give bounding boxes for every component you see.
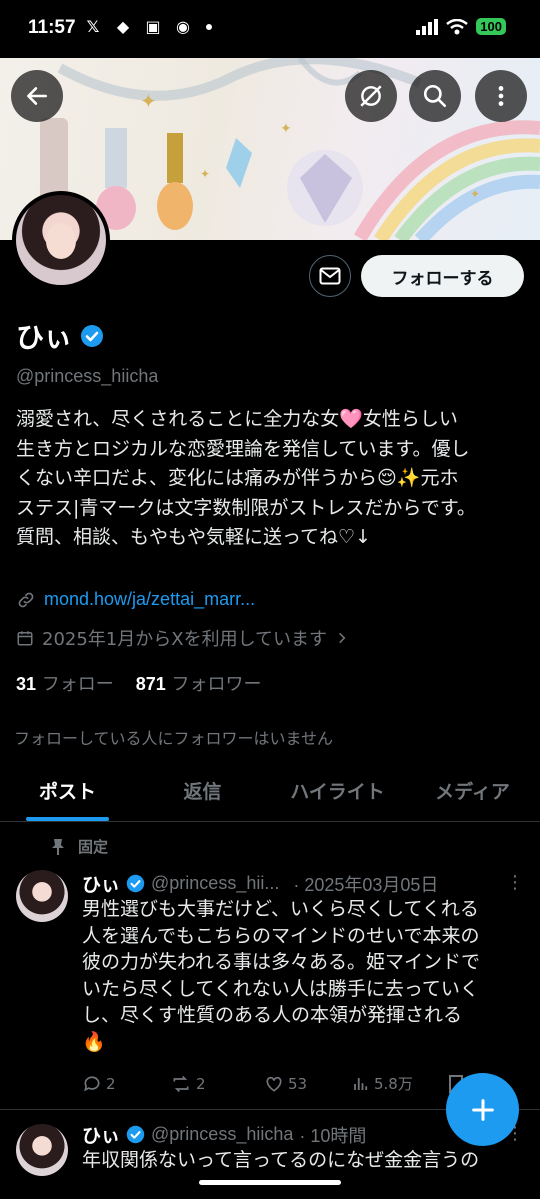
arrow-left-icon [27, 87, 47, 105]
reply-count: 2 [106, 1074, 116, 1093]
profile-name-text: ひぃ [16, 321, 73, 354]
profile-handle: @princess_hiicha [16, 366, 159, 386]
home-indicator[interactable] [199, 1180, 341, 1185]
like-count: 53 [288, 1074, 308, 1093]
grok-icon [360, 85, 382, 107]
tab-posts[interactable]: ポスト [0, 770, 135, 821]
post-avatar[interactable] [16, 1124, 68, 1176]
post-text: 年収関係ないって言ってるのになぜ金金言うの [82, 1149, 480, 1169]
post-header: ひぃ @princess_hii... · 2025年03月05日 [82, 870, 438, 897]
profile-avatar[interactable] [12, 191, 110, 289]
follow-counts: 31 フォロー 871 フォロワー [16, 670, 262, 696]
profile-name: ひぃ [16, 316, 104, 356]
joined-text: 2025年1月からXを利用しています [42, 629, 328, 650]
notification-icons: 𝕏 ◆ ▣ ◉ [84, 18, 212, 36]
post-timestamp[interactable]: · 2025年03月05日 [293, 871, 438, 897]
following-count: 31 [16, 674, 37, 694]
reply-icon [84, 1075, 100, 1091]
post-avatar[interactable] [16, 870, 68, 922]
search-button[interactable] [409, 70, 461, 122]
post-author-handle[interactable]: @princess_hiicha [151, 1124, 293, 1145]
message-button[interactable] [309, 255, 351, 297]
signal-icon [416, 18, 439, 35]
wifi-icon [446, 18, 469, 34]
x-app-icon: 𝕏 [86, 17, 100, 36]
following-label: フォロー [41, 674, 114, 695]
app-icon: ◆ [116, 17, 130, 36]
repost-count: 2 [196, 1074, 206, 1093]
view-count: 5.8万 [374, 1075, 413, 1093]
verified-badge-icon [126, 874, 145, 893]
link-icon [18, 592, 34, 607]
follow-button[interactable]: フォローする [361, 255, 524, 297]
repost-icon [173, 1075, 189, 1092]
analytics-icon [354, 1077, 368, 1090]
joined-date[interactable]: 2025年1月からXを利用しています [16, 625, 349, 651]
following-link[interactable]: 31 フォロー [16, 670, 114, 696]
verified-badge-icon [81, 325, 104, 347]
plus-icon [471, 1098, 494, 1121]
chat-icon: ◉ [176, 17, 190, 36]
post-text: 男性選びも大事だけど、いくら尽くしてくれる 人を選んでもこちらのマインドのせいで… [82, 898, 481, 1053]
followers-link[interactable]: 871 フォロワー [136, 670, 262, 696]
repost-button[interactable]: 2 [170, 1073, 264, 1094]
grok-button[interactable] [345, 70, 397, 122]
back-button[interactable] [11, 70, 63, 122]
status-bar: 11:57 𝕏 ◆ ▣ ◉ 100 [0, 0, 540, 58]
tab-replies[interactable]: 返信 [135, 770, 270, 821]
compose-post-button[interactable] [446, 1073, 519, 1146]
no-common-followers: フォローしている人にフォロワーはいません [14, 729, 334, 748]
tab-media[interactable]: メディア [405, 770, 540, 821]
more-vertical-icon [498, 86, 504, 106]
followers-label: フォロワー [171, 674, 262, 695]
pin-icon [52, 838, 64, 855]
views-button[interactable]: 5.8万 [352, 1073, 448, 1094]
profile-link[interactable]: mond.how/ja/zettai_marr... [16, 589, 255, 610]
battery-icon: 100 [476, 18, 506, 35]
like-button[interactable]: 53 [264, 1073, 352, 1094]
profile-link-text[interactable]: mond.how/ja/zettai_marr... [44, 589, 255, 610]
svg-text:✦: ✦ [200, 167, 210, 181]
svg-text:✦: ✦ [470, 187, 480, 201]
verified-badge-icon [126, 1125, 145, 1144]
pinned-indicator: 固定 [50, 836, 108, 857]
chevron-right-icon [339, 632, 346, 644]
post-author-name[interactable]: ひぃ [82, 1121, 120, 1148]
more-options-button[interactable] [475, 70, 527, 122]
post-author-handle[interactable]: @princess_hii... [151, 873, 279, 894]
post-more-button[interactable]: ⋮ [506, 872, 524, 893]
followers-count: 871 [135, 674, 166, 694]
post-actions: 2 2 53 5.8万 [82, 1073, 464, 1094]
profile-tabs: ポスト 返信 ハイライト メディア [0, 770, 540, 822]
post-author-name[interactable]: ひぃ [82, 870, 120, 897]
calendar-icon [17, 631, 33, 646]
status-time: 11:57 [28, 17, 76, 38]
post-header: ひぃ @princess_hiicha · 10時間 [82, 1121, 366, 1148]
tab-highlights[interactable]: ハイライト [270, 770, 405, 821]
search-icon [423, 84, 447, 108]
svg-text:✦: ✦ [140, 89, 157, 113]
reply-button[interactable]: 2 [82, 1073, 170, 1094]
tv-icon: ▣ [145, 17, 161, 36]
more-notifications-icon [206, 24, 212, 30]
post-timestamp[interactable]: · 10時間 [299, 1122, 366, 1148]
heart-icon [266, 1076, 282, 1092]
profile-bio: 溺愛され、尽くされることに全力な女🩷女性らしい 生き方とロジカルな恋愛理論を発信… [16, 408, 476, 548]
mail-icon [319, 267, 341, 285]
pinned-label: 固定 [78, 838, 109, 856]
svg-text:✦: ✦ [280, 121, 292, 137]
